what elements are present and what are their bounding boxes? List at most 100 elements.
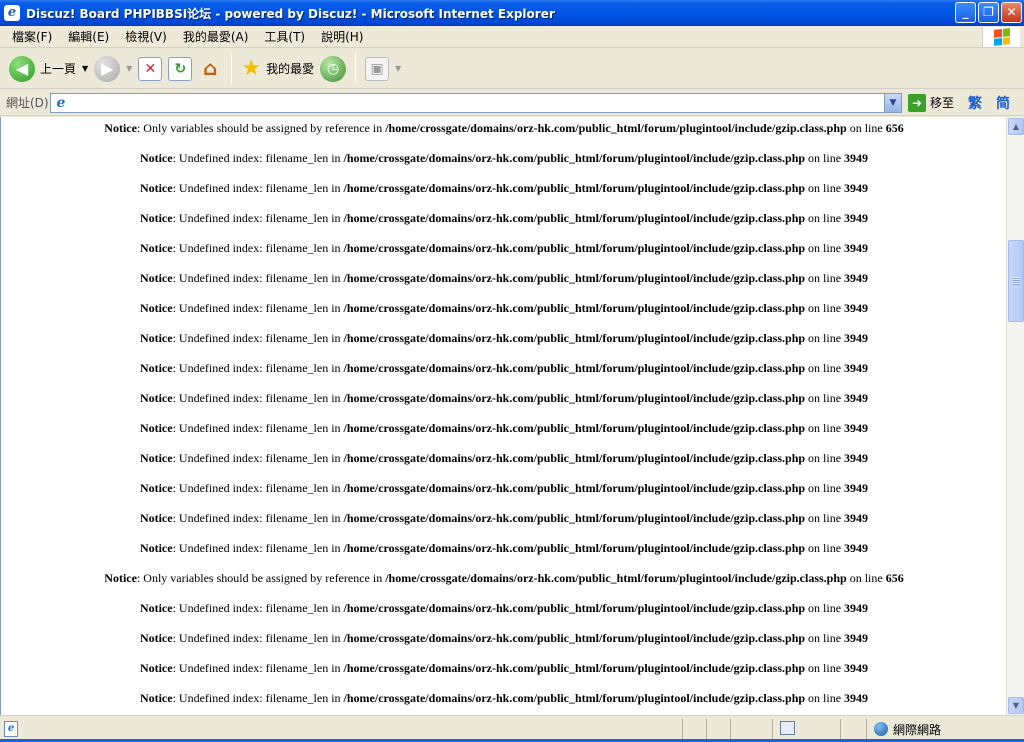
favorites-star-icon: ★: [241, 55, 262, 81]
go-button[interactable]: ➜ 移至: [908, 93, 954, 112]
zone-label: 網際網路: [893, 723, 942, 737]
stop-icon: ✕: [138, 56, 163, 81]
notice-on-line: on line: [805, 151, 845, 165]
notice-message: : Undefined index: filename_len in: [172, 391, 344, 405]
menu-help[interactable]: 說明(H): [313, 27, 371, 47]
page-content: Notice: Only variables should be assigne…: [0, 117, 1006, 715]
notice-message: : Undefined index: filename_len in: [172, 361, 344, 375]
notice-on-line: on line: [805, 361, 845, 375]
notice-line-number: 3949: [844, 301, 869, 315]
notice-file-path: /home/crossgate/domains/orz-hk.com/publi…: [343, 181, 806, 195]
notice-message: : Undefined index: filename_len in: [172, 151, 344, 165]
page-icon: e: [56, 94, 66, 111]
simplified-chinese-button[interactable]: 简: [996, 93, 1010, 113]
vertical-scrollbar[interactable]: ▲ ▼: [1006, 117, 1024, 715]
menu-view[interactable]: 檢視(V): [117, 27, 175, 47]
notice-on-line: on line: [805, 541, 845, 555]
notice-line-number: 3949: [844, 331, 869, 345]
notice-prefix: Notice: [104, 121, 137, 135]
media-button[interactable]: ▣ ▼: [362, 52, 404, 86]
notice-prefix: Notice: [139, 331, 173, 345]
address-input[interactable]: e ▼: [50, 92, 902, 113]
notice-message: : Undefined index: filename_len in: [172, 481, 344, 495]
notice-line-number: 3949: [844, 511, 869, 525]
notice-on-line: on line: [805, 661, 845, 675]
notice-on-line: on line: [805, 391, 845, 405]
notice-prefix: Notice: [139, 661, 173, 675]
notice-message: : Undefined index: filename_len in: [172, 631, 344, 645]
notice-prefix: Notice: [139, 511, 173, 525]
favorites-button[interactable]: ★ 我的最愛: [238, 52, 317, 86]
history-button[interactable]: ◷: [317, 52, 349, 86]
notice-file-path: /home/crossgate/domains/orz-hk.com/publi…: [385, 121, 847, 135]
notice-prefix: Notice: [139, 151, 173, 165]
maximize-button[interactable]: ❐: [978, 2, 999, 23]
notice-line-number: 3949: [844, 271, 869, 285]
notice-on-line: on line: [846, 121, 886, 135]
notice-file-path: /home/crossgate/domains/orz-hk.com/publi…: [343, 691, 806, 705]
notice-on-line: on line: [805, 511, 845, 525]
notice-on-line: on line: [805, 271, 845, 285]
media-dropdown-icon[interactable]: ▼: [395, 64, 401, 73]
notice-row: Notice: Undefined index: filename_len in…: [1, 330, 1006, 346]
notice-message: : Only variables should be assigned by r…: [136, 571, 386, 585]
notice-line-number: 3949: [844, 211, 869, 225]
scroll-down-icon[interactable]: ▼: [1008, 697, 1024, 714]
notice-line-number: 3949: [844, 631, 869, 645]
notice-row: Notice: Undefined index: filename_len in…: [1, 300, 1006, 316]
notice-file-path: /home/crossgate/domains/orz-hk.com/publi…: [343, 391, 806, 405]
notice-line-number: 3949: [844, 421, 869, 435]
notice-prefix: Notice: [139, 691, 173, 705]
menu-favorites[interactable]: 我的最愛(A): [175, 27, 257, 47]
notice-on-line: on line: [805, 211, 845, 225]
status-divider: [682, 719, 683, 739]
forward-dropdown-icon[interactable]: ▼: [126, 64, 132, 73]
notice-prefix: Notice: [139, 541, 173, 555]
notice-prefix: Notice: [104, 571, 137, 585]
notice-message: : Undefined index: filename_len in: [172, 601, 344, 615]
media-icon: ▣: [365, 56, 390, 81]
status-divider: [730, 719, 731, 739]
notice-prefix: Notice: [139, 601, 173, 615]
address-label: 網址(D): [6, 96, 49, 110]
title-bar[interactable]: e Discuz! Board PHPIBBSI论坛 - powered by …: [0, 0, 1024, 26]
minimize-button[interactable]: _: [955, 2, 976, 23]
notice-line-number: 3949: [844, 151, 869, 165]
notice-row: Notice: Undefined index: filename_len in…: [1, 180, 1006, 196]
menu-edit[interactable]: 編輯(E): [60, 27, 117, 47]
traditional-chinese-button[interactable]: 繁: [968, 93, 982, 113]
menu-tools[interactable]: 工具(T): [256, 27, 313, 47]
go-arrow-icon: ➜: [908, 93, 926, 112]
back-button[interactable]: ◀ 上一頁 ▼: [6, 52, 91, 86]
window-title: Discuz! Board PHPIBBSI论坛 - powered by Di…: [26, 6, 555, 21]
stop-button[interactable]: ✕: [135, 52, 165, 86]
refresh-button[interactable]: ↻: [165, 52, 195, 86]
status-divider: [840, 719, 841, 739]
status-page-icon: e: [4, 721, 18, 737]
scroll-up-icon[interactable]: ▲: [1008, 118, 1024, 135]
windows-logo: [982, 27, 1020, 47]
close-button[interactable]: ✕: [1001, 2, 1022, 23]
notice-message: : Undefined index: filename_len in: [172, 661, 344, 675]
notice-on-line: on line: [805, 631, 845, 645]
notice-prefix: Notice: [139, 301, 173, 315]
ie-app-icon: e: [4, 5, 20, 21]
scroll-thumb[interactable]: [1008, 240, 1024, 322]
back-dropdown-icon[interactable]: ▼: [82, 64, 88, 73]
notice-file-path: /home/crossgate/domains/orz-hk.com/publi…: [343, 241, 806, 255]
notice-file-path: /home/crossgate/domains/orz-hk.com/publi…: [343, 481, 806, 495]
notice-file-path: /home/crossgate/domains/orz-hk.com/publi…: [343, 511, 806, 525]
notice-on-line: on line: [805, 301, 845, 315]
home-button[interactable]: ⌂: [195, 52, 225, 86]
address-dropdown-icon[interactable]: ▼: [884, 93, 901, 112]
notice-row: Notice: Undefined index: filename_len in…: [1, 600, 1006, 616]
notice-prefix: Notice: [139, 391, 173, 405]
notice-on-line: on line: [846, 571, 886, 585]
scroll-grip-icon: [1013, 277, 1020, 285]
notice-prefix: Notice: [139, 241, 173, 255]
menu-file[interactable]: 檔案(F): [4, 27, 60, 47]
notice-prefix: Notice: [139, 451, 173, 465]
notice-line-number: 3949: [844, 661, 869, 675]
notice-line-number: 656: [885, 121, 904, 135]
forward-button[interactable]: ▶ ▼: [91, 52, 135, 86]
